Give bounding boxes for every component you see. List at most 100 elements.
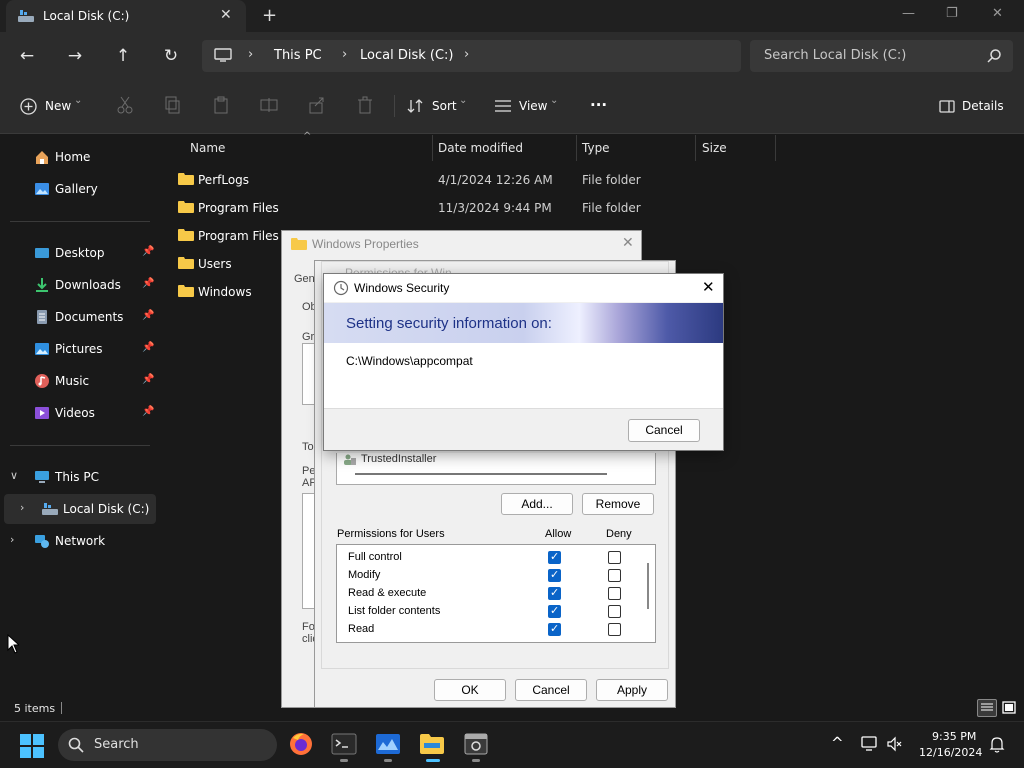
allow-checkbox[interactable] — [548, 568, 561, 582]
share-icon[interactable] — [307, 95, 327, 115]
close-icon[interactable]: ✕ — [702, 278, 715, 296]
breadcrumb-this-pc[interactable]: This PC — [274, 48, 322, 63]
column-divider[interactable] — [432, 135, 433, 161]
new-button[interactable]: New — [45, 99, 71, 113]
sidebar-item-label: Music — [55, 374, 90, 388]
cancel-button[interactable]: Cancel — [628, 419, 700, 442]
add-button[interactable]: Add... — [501, 493, 573, 515]
rename-icon[interactable] — [259, 95, 279, 115]
deny-checkbox[interactable] — [608, 587, 621, 600]
tab-general[interactable]: Gen — [294, 273, 315, 285]
principals-list[interactable]: TrustedInstaller — [336, 453, 656, 485]
column-divider[interactable] — [576, 135, 577, 161]
tab-title: Local Disk (C:) — [43, 9, 130, 23]
maximize-button[interactable]: ❐ — [946, 6, 958, 21]
folder-icon — [291, 238, 307, 250]
column-divider[interactable] — [695, 135, 696, 161]
more-options-button[interactable]: ··· — [590, 96, 607, 114]
security-banner: Setting security information on: — [324, 303, 723, 343]
chevron-right-icon[interactable]: › — [20, 501, 24, 514]
copy-icon[interactable] — [163, 95, 183, 115]
column-divider[interactable] — [775, 135, 776, 161]
terminal-icon[interactable] — [330, 730, 358, 758]
sidebar-item-downloads[interactable]: Downloads 📌 — [0, 270, 156, 300]
sidebar-item-desktop[interactable]: Desktop 📌 — [0, 238, 156, 268]
apply-button[interactable]: Apply — [596, 679, 668, 701]
cancel-button[interactable]: Cancel — [515, 679, 587, 701]
sidebar-divider — [10, 445, 150, 446]
column-header-name[interactable]: Name — [190, 141, 225, 155]
pin-icon: 📌 — [142, 406, 155, 417]
ok-button[interactable]: OK — [434, 679, 506, 701]
sidebar-item-pictures[interactable]: Pictures 📌 — [0, 334, 156, 364]
allow-checkbox[interactable] — [548, 622, 561, 636]
chevron-right-icon[interactable]: › — [10, 533, 14, 546]
search-box[interactable]: Search Local Disk (C:) — [750, 40, 1013, 72]
forward-button[interactable]: → — [64, 45, 86, 67]
firefox-icon[interactable] — [287, 730, 315, 758]
sidebar-item-music[interactable]: Music 📌 — [0, 366, 156, 396]
tab-local-disk[interactable]: Local Disk (C:) ✕ — [6, 0, 246, 32]
task-manager-icon[interactable] — [374, 730, 402, 758]
allow-checkbox[interactable] — [548, 604, 561, 618]
deny-checkbox[interactable] — [608, 551, 621, 564]
tiles-view-toggle[interactable] — [1000, 699, 1018, 717]
column-header-size[interactable]: Size — [702, 141, 727, 155]
sidebar-item-home[interactable]: Home — [0, 142, 156, 172]
sidebar-item-this-pc[interactable]: ∨ This PC — [0, 462, 156, 492]
table-row[interactable]: PerfLogs 4/1/2024 12:26 AM File folder — [170, 165, 770, 193]
address-bar[interactable]: › This PC › Local Disk (C:) › — [202, 40, 741, 72]
cut-icon[interactable] — [115, 95, 135, 115]
sidebar-item-gallery[interactable]: Gallery — [0, 174, 156, 204]
sidebar-item-network[interactable]: › Network — [0, 526, 156, 556]
tray-chevron-icon[interactable]: ^ — [831, 734, 844, 752]
scrollbar-thumb[interactable] — [647, 563, 649, 609]
sidebar-item-local-disk[interactable]: › Local Disk (C:) — [4, 494, 156, 524]
new-tab-button[interactable]: + — [262, 5, 277, 26]
volume-muted-icon[interactable] — [887, 736, 903, 752]
breadcrumb-local-disk[interactable]: Local Disk (C:) — [360, 48, 453, 63]
settings-app-icon[interactable] — [462, 730, 490, 758]
label-fragment: Gr — [302, 331, 315, 343]
allow-checkbox[interactable] — [548, 550, 561, 564]
column-header-date[interactable]: Date modified — [438, 141, 523, 155]
clock-time[interactable]: 9:35 PM — [932, 730, 976, 743]
deny-checkbox[interactable] — [608, 605, 621, 618]
breadcrumb-chevron[interactable]: › — [248, 47, 253, 62]
user-icon — [344, 454, 356, 465]
minimize-button[interactable]: — — [902, 6, 915, 21]
deny-checkbox[interactable] — [608, 569, 621, 582]
scrollbar[interactable] — [355, 473, 607, 475]
windows-start-icon[interactable] — [20, 734, 44, 758]
back-button[interactable]: ← — [16, 45, 38, 67]
chevron-down-icon[interactable]: ∨ — [10, 469, 18, 482]
up-button[interactable]: ↑ — [112, 45, 134, 67]
clock-date[interactable]: 12/16/2024 — [919, 746, 982, 759]
delete-icon[interactable] — [355, 95, 375, 115]
sidebar-item-videos[interactable]: Videos 📌 — [0, 398, 156, 428]
sort-button[interactable]: Sort — [432, 99, 457, 113]
sidebar-item-documents[interactable]: Documents 📌 — [0, 302, 156, 332]
taskbar-search[interactable]: Search — [58, 729, 277, 761]
network-tray-icon[interactable] — [861, 736, 879, 752]
breadcrumb-chevron[interactable]: › — [464, 47, 469, 62]
refresh-button[interactable]: ↻ — [160, 45, 182, 67]
remove-button[interactable]: Remove — [582, 493, 654, 515]
file-explorer-icon[interactable] — [418, 730, 446, 758]
column-header-type[interactable]: Type — [582, 141, 610, 155]
close-window-button[interactable]: ✕ — [992, 6, 1003, 21]
tab-close-icon[interactable]: ✕ — [220, 7, 232, 23]
tiles-view-icon — [1002, 701, 1016, 714]
paste-icon[interactable] — [211, 95, 231, 115]
sidebar-item-label: Home — [55, 150, 91, 164]
breadcrumb-chevron[interactable]: › — [342, 47, 347, 62]
table-row[interactable]: Program Files 11/3/2024 9:44 PM File fol… — [170, 193, 770, 221]
details-button[interactable]: Details — [962, 99, 1004, 113]
view-button[interactable]: View — [519, 99, 547, 113]
sidebar-item-label: Local Disk (C:) — [63, 502, 150, 516]
details-view-toggle[interactable] — [977, 699, 997, 717]
allow-checkbox[interactable] — [548, 586, 561, 600]
deny-checkbox[interactable] — [608, 623, 621, 636]
notification-bell-icon[interactable] — [989, 736, 1005, 753]
close-icon[interactable]: ✕ — [622, 235, 634, 251]
